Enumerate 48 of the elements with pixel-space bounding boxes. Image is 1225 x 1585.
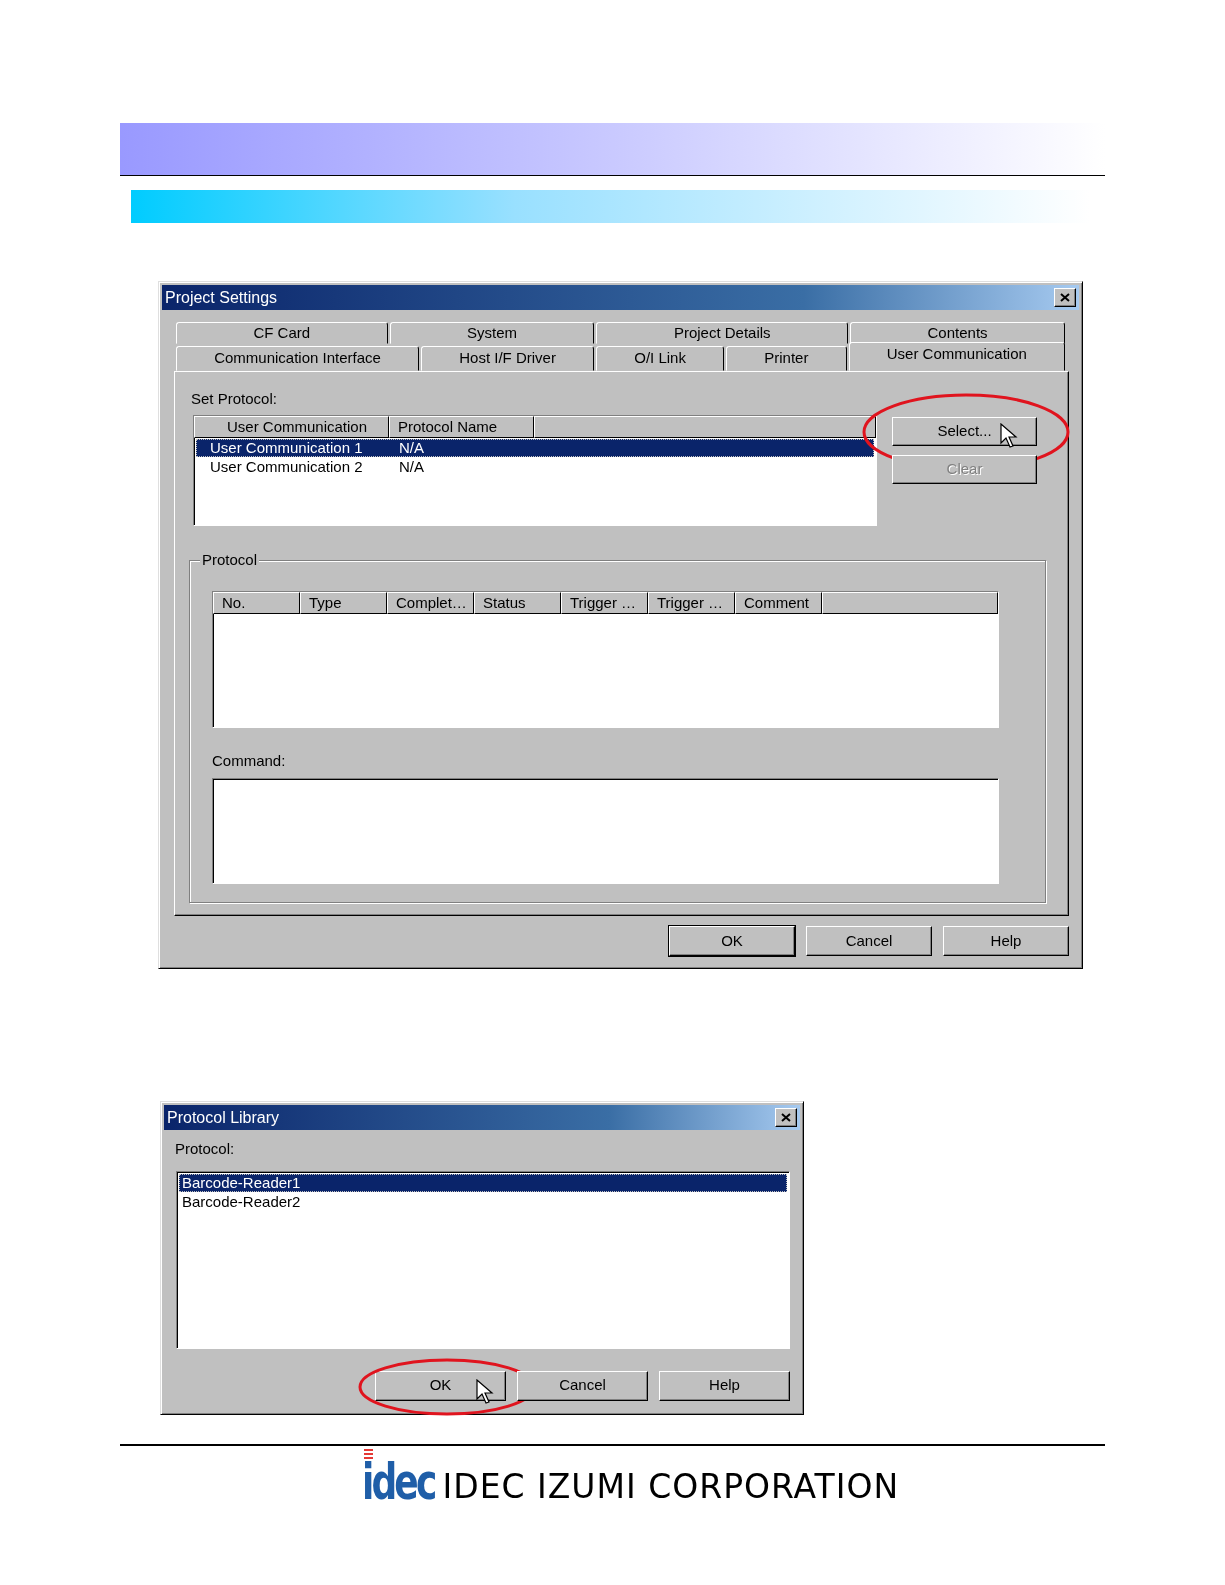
close-icon: [1060, 293, 1070, 302]
logo-mark-icon: [364, 1448, 373, 1459]
dialog-button[interactable]: Cancel: [517, 1370, 648, 1401]
field-label: Set Protocol:: [191, 389, 278, 409]
company-logo: idec: [362, 1456, 435, 1507]
tab[interactable]: O/I Link: [596, 346, 725, 371]
dialog-button[interactable]: Select...: [892, 416, 1037, 446]
column-header[interactable]: User Communication: [194, 415, 389, 438]
list-cell-text: User Communication 1: [209, 438, 364, 457]
tab[interactable]: User Communication: [848, 342, 1065, 371]
tab[interactable]: CF Card: [176, 322, 388, 344]
list-cell: N/A: [399, 457, 424, 476]
tab[interactable]: Project Details: [596, 322, 849, 344]
close-button[interactable]: [775, 1108, 797, 1127]
window-title: Project Settings: [165, 287, 278, 308]
list-item[interactable]: Barcode-Reader2: [179, 1192, 787, 1211]
company-name: IDEC IZUMI CORPORATION: [442, 1466, 900, 1507]
pointer-icon: [476, 1378, 494, 1405]
dialog-button[interactable]: OK: [669, 926, 795, 956]
tab[interactable]: Printer: [726, 346, 847, 371]
column-header[interactable]: Trigger …: [648, 591, 735, 614]
dialog-button[interactable]: Help: [659, 1370, 790, 1401]
pointer-icon: [1000, 422, 1018, 449]
field-label: Protocol:: [175, 1139, 236, 1159]
close-icon: [781, 1113, 791, 1122]
column-header[interactable]: Type: [300, 591, 387, 614]
column-header[interactable]: Comment: [735, 591, 822, 614]
tab[interactable]: Contents: [850, 322, 1065, 344]
dialog-button[interactable]: Help: [943, 926, 1069, 956]
tab[interactable]: System: [389, 322, 595, 344]
dialog-button[interactable]: Cancel: [806, 926, 932, 956]
tab[interactable]: Communication Interface: [176, 346, 420, 371]
list-cell: N/A: [399, 438, 424, 457]
window-title: Protocol Library: [167, 1107, 280, 1128]
column-header[interactable]: Status: [474, 591, 561, 614]
column-header[interactable]: Protocol Name: [389, 415, 534, 438]
column-header[interactable]: Complet…: [387, 591, 474, 614]
column-header[interactable]: No.: [213, 591, 300, 614]
close-button[interactable]: [1054, 288, 1076, 307]
tab[interactable]: Host I/F Driver: [421, 346, 595, 371]
column-header[interactable]: Trigger …: [561, 591, 648, 614]
list-item[interactable]: Barcode-Reader1: [179, 1173, 787, 1192]
command-field[interactable]: [212, 778, 999, 884]
list-row[interactable]: User Communication 1 N/A: [196, 438, 874, 457]
dialog-button[interactable]: OK: [375, 1370, 506, 1401]
list-cell-text: User Communication 2: [209, 457, 364, 476]
list-row[interactable]: User Communication 2 N/A: [196, 457, 874, 476]
field-label: Command:: [212, 750, 287, 771]
